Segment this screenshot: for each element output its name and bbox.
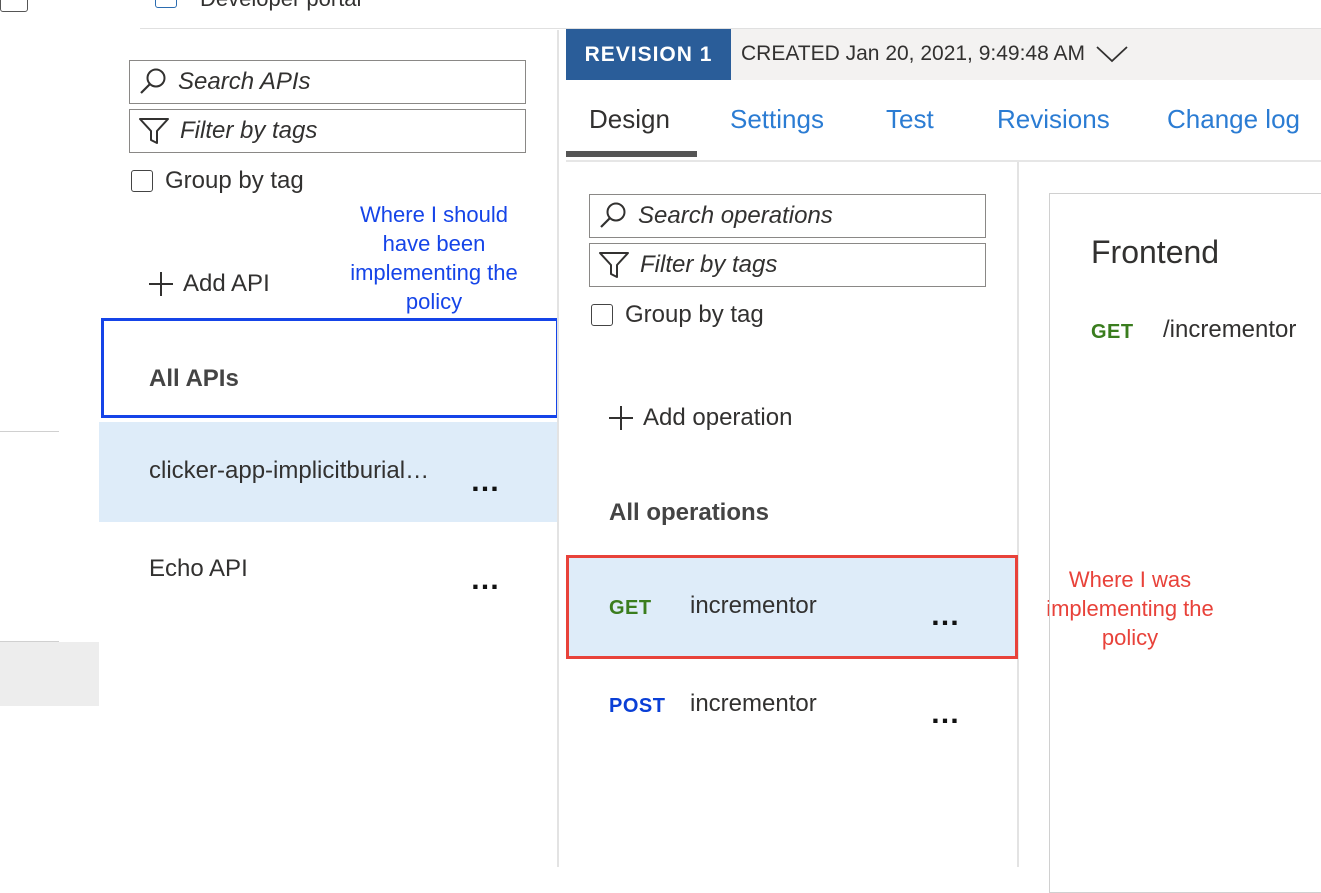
tabs-divider [566, 160, 1321, 162]
frontend-panel [1049, 193, 1321, 893]
nav-divider [0, 431, 59, 432]
tab-settings[interactable]: Settings [730, 104, 824, 135]
chevron-down-icon [1096, 46, 1128, 63]
search-icon [140, 68, 166, 94]
column-divider [557, 30, 559, 867]
column-divider [1017, 162, 1019, 867]
annotation-red-box [566, 555, 1018, 659]
http-verb-post: POST [609, 695, 666, 717]
search-operations-input[interactable]: Search operations [589, 194, 986, 238]
add-operation-button[interactable]: Add operation [607, 404, 792, 432]
revision-created-text: CREATED Jan 20, 2021, 9:49:48 AM [741, 42, 1085, 65]
group-by-tag-label: Group by tag [165, 167, 304, 194]
group-by-tag-apis[interactable]: Group by tag [131, 167, 304, 195]
revision-badge: REVISION 1 [566, 29, 731, 80]
filter-operations-placeholder: Filter by tags [640, 251, 778, 278]
group-by-tag-checkbox[interactable] [591, 304, 613, 326]
search-icon [600, 202, 626, 228]
group-by-tag-label: Group by tag [625, 301, 764, 328]
annotation-blue-box [101, 318, 559, 418]
filter-apis-input[interactable]: Filter by tags [129, 109, 526, 153]
filter-icon [599, 252, 629, 278]
group-by-tag-checkbox[interactable] [131, 170, 153, 192]
tab-change-log[interactable]: Change log [1167, 104, 1300, 135]
nav-selected-item[interactable] [0, 642, 99, 706]
filter-icon [139, 118, 169, 144]
tab-design[interactable]: Design [589, 104, 670, 135]
plus-icon [609, 406, 633, 430]
api-name[interactable]: Echo API [149, 555, 248, 583]
frontend-path: /incrementor [1163, 316, 1297, 343]
top-checkbox[interactable] [0, 0, 28, 12]
add-api-label: Add API [183, 270, 270, 297]
tab-active-indicator [566, 151, 697, 157]
group-by-tag-operations[interactable]: Group by tag [591, 301, 764, 329]
api-more-button[interactable]: … [470, 467, 501, 497]
api-more-button[interactable]: … [470, 565, 501, 595]
add-operation-label: Add operation [643, 404, 793, 431]
annotation-blue-text: Where I should have been implementing th… [350, 202, 518, 314]
all-operations-item[interactable]: All operations [609, 499, 769, 527]
developer-portal-link[interactable]: Developer portal [200, 0, 361, 12]
tab-revisions[interactable]: Revisions [997, 104, 1110, 135]
add-api-button[interactable]: Add API [147, 270, 270, 298]
api-name[interactable]: clicker-app-implicitburial… [149, 457, 429, 485]
operation-name[interactable]: incrementor [690, 690, 817, 718]
search-apis-placeholder: Search APIs [178, 68, 311, 95]
filter-operations-input[interactable]: Filter by tags [589, 243, 986, 287]
plus-icon [149, 272, 173, 296]
frontend-title: Frontend [1091, 234, 1220, 270]
developer-portal-icon [155, 0, 177, 8]
operation-more-button[interactable]: … [930, 699, 961, 729]
search-operations-placeholder: Search operations [638, 202, 833, 229]
filter-apis-placeholder: Filter by tags [180, 117, 318, 144]
http-verb-get: GET [1091, 321, 1134, 343]
revision-created-dropdown[interactable]: CREATED Jan 20, 2021, 9:49:48 AM [741, 42, 1129, 66]
search-apis-input[interactable]: Search APIs [129, 60, 526, 104]
tab-test[interactable]: Test [886, 104, 934, 135]
